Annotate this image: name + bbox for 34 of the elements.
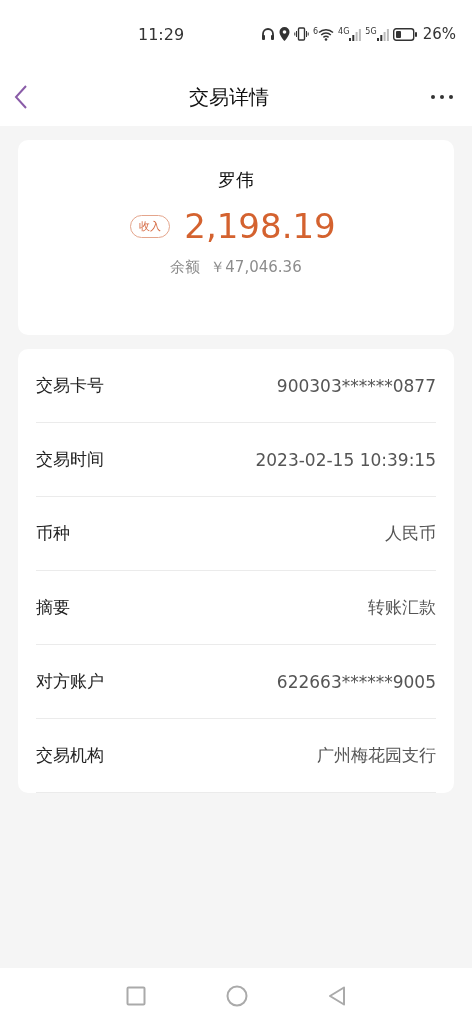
detail-label: 摘要: [36, 596, 70, 619]
battery-percent: 26%: [422, 25, 456, 43]
detail-label: 对方账户: [36, 670, 104, 693]
battery-icon: [392, 27, 417, 41]
detail-value: 622663******9005: [276, 671, 436, 692]
home-icon[interactable]: [226, 985, 248, 1007]
detail-label: 交易卡号: [36, 374, 104, 397]
signal-icon: [376, 27, 389, 41]
vibrate-icon: [293, 27, 309, 41]
detail-value: 转账汇款: [368, 596, 436, 619]
wifi-icon: [318, 27, 335, 41]
balance-value: ￥47,046.36: [210, 258, 302, 277]
detail-value: 900303******0877: [276, 375, 436, 396]
network-label: 4G: [338, 27, 350, 36]
wifi-label: 6: [312, 27, 319, 36]
headphones-icon: [260, 27, 275, 41]
back-icon[interactable]: [328, 986, 346, 1006]
detail-value: 人民币: [385, 522, 436, 545]
detail-value: 广州梅花园支行: [317, 744, 436, 767]
amount: 2,198.19: [184, 206, 336, 246]
detail-label: 币种: [36, 522, 70, 545]
back-icon[interactable]: [14, 85, 28, 109]
recents-icon[interactable]: [126, 986, 146, 1006]
detail-value: 2023-02-15 10:39:15: [255, 449, 436, 470]
network-label: 5G: [365, 27, 377, 36]
detail-label: 交易机构: [36, 744, 104, 767]
signal-icon: [349, 27, 362, 41]
location-icon: [278, 27, 290, 41]
balance-label: 余额: [170, 258, 201, 277]
status-time: 11:29: [138, 24, 185, 44]
more-icon[interactable]: [430, 94, 454, 100]
detail-label: 交易时间: [36, 448, 104, 471]
page-title: 交易详情: [189, 83, 269, 111]
payee-name: 罗伟: [218, 168, 254, 192]
